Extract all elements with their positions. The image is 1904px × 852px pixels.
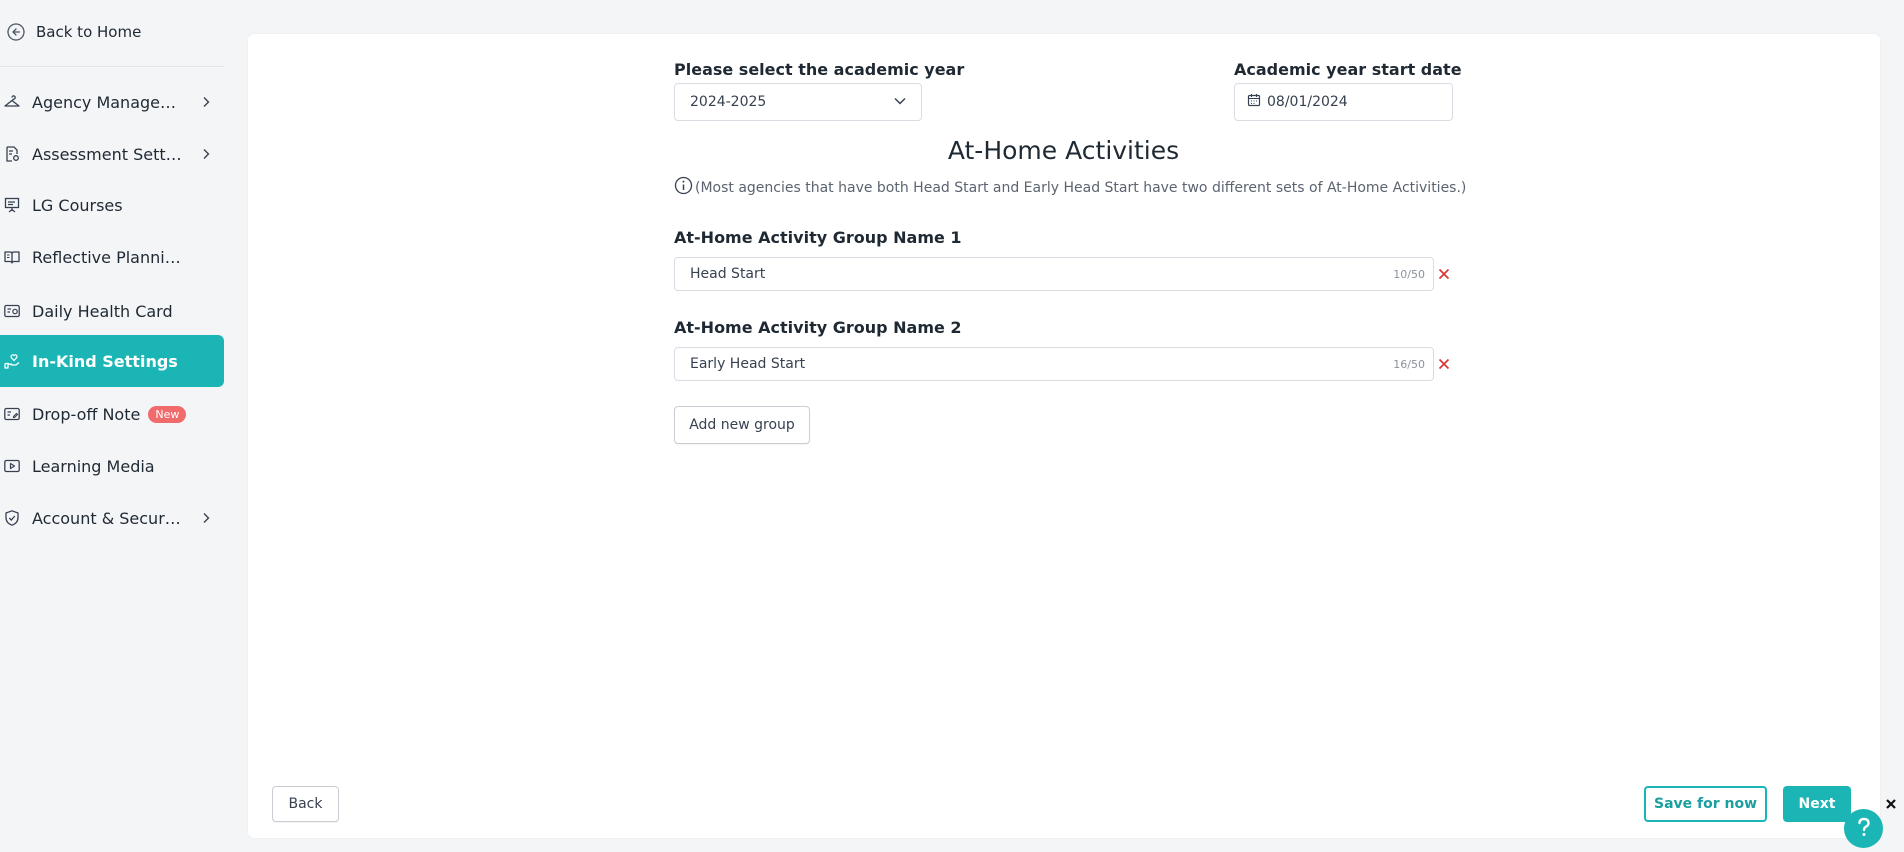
- sidebar-item-daily-health-card[interactable]: Daily Health Card: [0, 286, 224, 336]
- sidebar-item-drop-off-note[interactable]: Drop-off Note New: [0, 389, 224, 439]
- academic-year-select[interactable]: 2024-2025: [674, 83, 922, 121]
- save-for-now-button[interactable]: Save for now: [1644, 786, 1767, 822]
- sidebar-item-label: Daily Health Card: [32, 301, 173, 321]
- presentation-board-icon: [2, 195, 22, 215]
- help-close-button[interactable]: [1884, 797, 1898, 811]
- hand-heart-icon: [2, 351, 22, 371]
- close-icon: [1438, 265, 1450, 284]
- sidebar-item-label: Account & Security: [32, 508, 184, 528]
- start-date-value: 08/01/2024: [1267, 94, 1348, 110]
- question-mark-icon: [1855, 816, 1873, 842]
- back-to-home-link[interactable]: Back to Home: [6, 20, 141, 44]
- sidebar-item-assessment-settings[interactable]: Assessment Setti...: [0, 129, 224, 179]
- close-icon: [1885, 795, 1897, 814]
- group-name-1-input[interactable]: [690, 266, 1394, 282]
- chevron-right-icon: [198, 94, 214, 110]
- chevron-right-icon: [198, 146, 214, 162]
- help-button[interactable]: [1844, 809, 1883, 848]
- char-counter: 16/50: [1393, 357, 1425, 371]
- char-counter: 10/50: [1393, 267, 1425, 281]
- academic-year-value: 2024-2025: [690, 94, 767, 110]
- group-name-2-input[interactable]: [690, 356, 1394, 372]
- sidebar-item-label: Learning Media: [32, 456, 155, 476]
- sidebar: Back to Home Agency Managem... Assessmen…: [0, 0, 224, 852]
- health-card-icon: [2, 301, 22, 321]
- chevron-down-icon: [893, 94, 907, 110]
- sidebar-item-label: Agency Managem...: [32, 92, 184, 112]
- sidebar-item-reflective-planning[interactable]: Reflective Plannin...: [0, 232, 224, 282]
- sidebar-item-label: Drop-off Note: [32, 404, 141, 424]
- group-name-1-field: 10/50: [674, 257, 1434, 291]
- section-title: At-Home Activities: [947, 136, 1180, 165]
- group-name-1-label: At-Home Activity Group Name 1: [674, 228, 962, 247]
- note-card-icon: [2, 404, 22, 424]
- new-badge: New: [148, 405, 187, 423]
- info-text: (Most agencies that have both Head Start…: [695, 179, 1467, 196]
- sidebar-item-label: Reflective Plannin...: [32, 247, 184, 267]
- back-arrow-circle-icon: [6, 22, 26, 42]
- sidebar-item-label: In-Kind Settings: [32, 351, 178, 371]
- start-date-label: Academic year start date: [1234, 60, 1462, 79]
- calendar-icon: [1247, 93, 1261, 111]
- remove-group-1-button[interactable]: [1436, 266, 1452, 282]
- sidebar-item-agency-management[interactable]: Agency Managem...: [0, 77, 224, 127]
- sidebar-item-lg-courses[interactable]: LG Courses: [0, 180, 224, 230]
- hanger-icon: [2, 92, 22, 112]
- back-to-home-label: Back to Home: [36, 23, 142, 41]
- academic-year-label: Please select the academic year: [674, 60, 965, 79]
- info-note: (Most agencies that have both Head Start…: [674, 176, 1466, 199]
- add-new-group-button[interactable]: Add new group: [674, 406, 810, 444]
- start-date-picker[interactable]: 08/01/2024: [1234, 83, 1453, 121]
- document-gear-icon: [2, 144, 22, 164]
- sidebar-item-in-kind-settings[interactable]: In-Kind Settings: [0, 335, 224, 387]
- close-icon: [1438, 355, 1450, 374]
- chevron-right-icon: [198, 510, 214, 526]
- sidebar-item-account-security[interactable]: Account & Security: [0, 493, 224, 543]
- remove-group-2-button[interactable]: [1436, 356, 1452, 372]
- shield-check-icon: [2, 508, 22, 528]
- sidebar-divider: [0, 66, 224, 67]
- sidebar-item-learning-media[interactable]: Learning Media: [0, 441, 224, 491]
- group-name-2-field: 16/50: [674, 347, 1434, 381]
- play-video-icon: [2, 456, 22, 476]
- group-name-2-label: At-Home Activity Group Name 2: [674, 318, 962, 337]
- back-button[interactable]: Back: [272, 786, 339, 822]
- info-icon: [674, 176, 693, 199]
- sidebar-item-label: Assessment Setti...: [32, 144, 184, 164]
- open-book-icon: [2, 247, 22, 267]
- next-button[interactable]: Next: [1783, 786, 1851, 822]
- sidebar-item-label: LG Courses: [32, 195, 123, 215]
